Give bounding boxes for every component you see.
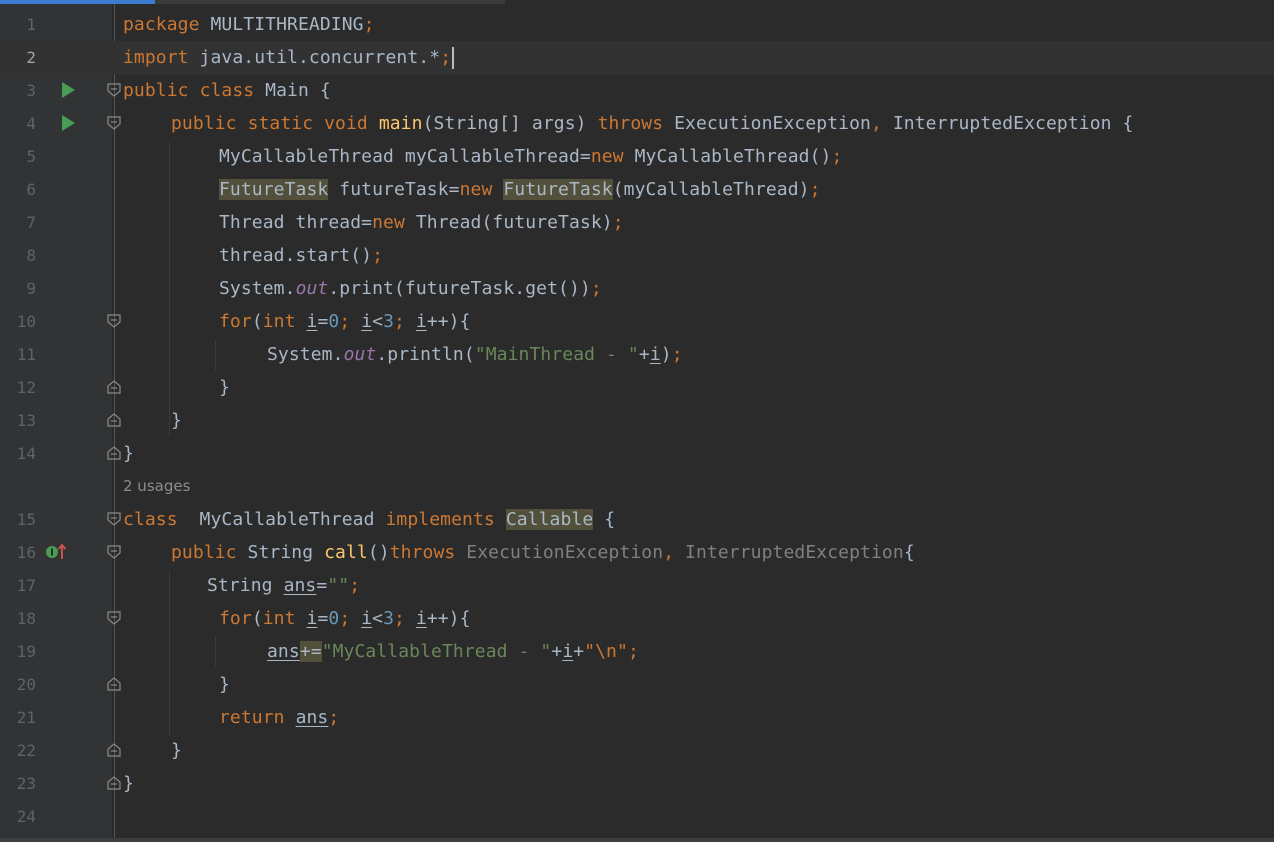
code-text[interactable]: } [123,437,134,470]
fold-marker-icon[interactable] [107,512,121,526]
line-number: 2 [26,48,36,67]
code-line[interactable]: 17 String ans=""; [0,569,1274,602]
text-caret [452,47,455,69]
code-text[interactable]: public String call()throws ExecutionExce… [171,536,915,569]
code-line[interactable]: 4 public static void main(String[] args)… [0,107,1274,140]
code-line[interactable]: 18 for(int i=0; i<3; i++){ [0,602,1274,635]
code-text[interactable]: } [219,371,230,404]
line-number: 16 [16,543,36,562]
fold-marker-icon[interactable] [107,83,121,97]
code-line[interactable]: 24 [0,800,1274,833]
code-editor[interactable]: 1 package MULTITHREADING; 2 import java.… [0,0,1274,842]
progress-track [155,0,505,4]
code-text[interactable]: for(int i=0; i<3; i++){ [219,305,471,338]
line-number: 17 [16,576,36,595]
code-text[interactable]: public static void main(String[] args) t… [171,107,1134,140]
line-number: 23 [16,774,36,793]
fold-end-icon[interactable] [107,743,121,757]
code-text[interactable]: String ans=""; [207,569,360,602]
line-number: 3 [26,81,36,100]
fold-marker-icon[interactable] [107,545,121,559]
line-number: 9 [26,279,36,298]
line-number: 22 [16,741,36,760]
code-text[interactable]: System.out.print(futureTask.get()); [219,272,602,305]
code-line[interactable]: 15 class MyCallableThread implements Cal… [0,503,1274,536]
code-text[interactable]: package MULTITHREADING; [123,8,375,41]
fold-end-icon[interactable] [107,380,121,394]
code-text[interactable]: MyCallableThread myCallableThread=new My… [219,140,842,173]
code-line[interactable]: 12 } [0,371,1274,404]
code-text[interactable]: thread.start(); [219,239,383,272]
code-text[interactable]: } [171,404,182,437]
code-line[interactable]: 5 MyCallableThread myCallableThread=new … [0,140,1274,173]
line-number: 10 [16,312,36,331]
code-text[interactable]: return ans; [219,701,339,734]
line-number: 6 [26,180,36,199]
code-line[interactable]: 14 } [0,437,1274,470]
code-line[interactable]: 16 public String call()throws ExecutionE… [0,536,1274,569]
line-number: 8 [26,246,36,265]
line-number: 5 [26,147,36,166]
line-number: 24 [16,807,36,826]
implements-method-icon[interactable] [44,542,68,562]
line-number: 11 [16,345,36,364]
code-text[interactable]: ans+="MyCallableThread - "+i+"\n"; [267,635,639,668]
code-line[interactable]: 1 package MULTITHREADING; [0,8,1274,41]
line-number: 7 [26,213,36,232]
code-text[interactable]: } [123,767,134,800]
code-line[interactable]: 3 public class Main { [0,74,1274,107]
horizontal-scrollbar[interactable] [0,838,1274,842]
code-line-current[interactable]: 2 import java.util.concurrent.*; [0,41,1274,74]
line-number: 4 [26,114,36,133]
code-text[interactable]: class MyCallableThread implements Callab… [123,503,615,536]
code-text[interactable]: Thread thread=new Thread(futureTask); [219,206,624,239]
fold-marker-icon[interactable] [107,116,121,130]
line-number: 14 [16,444,36,463]
fold-end-icon[interactable] [107,677,121,691]
code-line[interactable]: 8 thread.start(); [0,239,1274,272]
code-text[interactable]: } [219,668,230,701]
code-text[interactable]: import java.util.concurrent.*; [123,41,455,74]
line-number: 19 [16,642,36,661]
code-line[interactable]: 13 } [0,404,1274,437]
code-line[interactable]: 21 return ans; [0,701,1274,734]
code-line[interactable]: 6 FutureTask futureTask=new FutureTask(m… [0,173,1274,206]
code-text[interactable]: for(int i=0; i<3; i++){ [219,602,471,635]
line-number: 15 [16,510,36,529]
code-line[interactable]: 9 System.out.print(futureTask.get()); [0,272,1274,305]
line-number: 13 [16,411,36,430]
fold-end-icon[interactable] [107,776,121,790]
code-text[interactable]: FutureTask futureTask=new FutureTask(myC… [219,173,821,206]
line-number: 18 [16,609,36,628]
line-number: 1 [26,15,36,34]
code-line[interactable]: 11 System.out.println("MainThread - "+i)… [0,338,1274,371]
usages-inlay-hint[interactable]: 2 usages [123,470,190,503]
fold-end-icon[interactable] [107,446,121,460]
code-line[interactable]: 22 } [0,734,1274,767]
fold-marker-icon[interactable] [107,611,121,625]
run-play-icon[interactable] [62,115,75,131]
fold-end-icon[interactable] [107,413,121,427]
line-number: 20 [16,675,36,694]
code-line[interactable]: 19 ans+="MyCallableThread - "+i+"\n"; [0,635,1274,668]
line-number: 21 [16,708,36,727]
code-line[interactable]: 20 } [0,668,1274,701]
line-number: 12 [16,378,36,397]
code-line[interactable]: 7 Thread thread=new Thread(futureTask); [0,206,1274,239]
fold-marker-icon[interactable] [107,314,121,328]
run-play-icon[interactable] [62,82,75,98]
code-text[interactable]: } [171,734,182,767]
code-line[interactable]: 10 for(int i=0; i<3; i++){ [0,305,1274,338]
code-text[interactable]: System.out.println("MainThread - "+i); [267,338,683,371]
code-line[interactable]: 23 } [0,767,1274,800]
code-text[interactable]: public class Main { [123,74,331,107]
